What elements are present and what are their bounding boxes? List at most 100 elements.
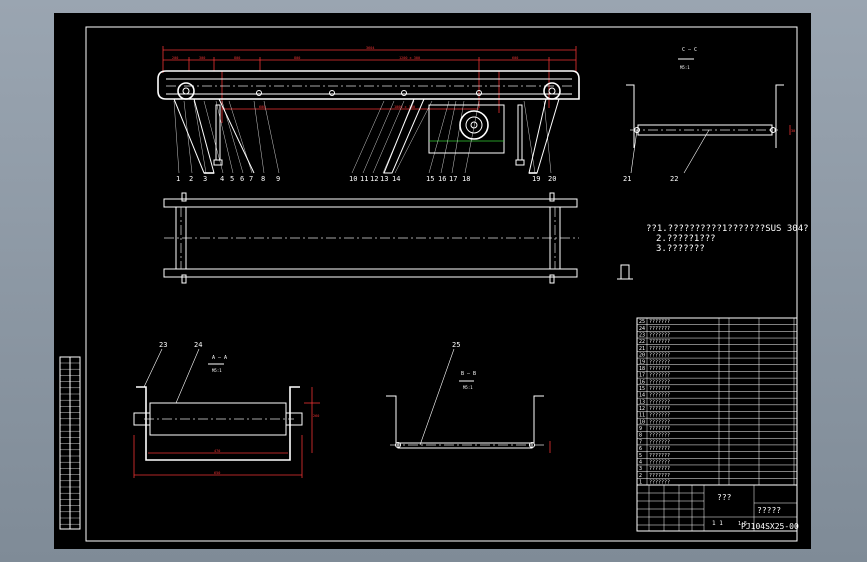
bom-table: 25 ??????? 2 4 ??????? 23 ??????? 22 ??????? 21??… <box>636 317 798 486</box>
title-block: ??? ????? PJ104SX25-00 1 1 1:5 <box>636 484 799 532</box>
dim-section-h: 30 <box>791 129 795 133</box>
bom-no: 22 <box>639 339 645 345</box>
bom-name: ??????? <box>649 333 670 339</box>
bom-no: 7 <box>639 439 642 445</box>
bom-name: ??????? <box>649 353 670 359</box>
bom-no: 2 <box>639 473 642 479</box>
bom-no: 6 <box>639 446 642 452</box>
bom-no: 12 <box>639 406 645 412</box>
bom-name: ??????? <box>649 419 670 425</box>
section-cc-scale: M5:1 <box>680 65 690 70</box>
bom-name: ??????? <box>649 393 670 399</box>
bom-no: 18 <box>639 366 645 372</box>
bom-no: 15 <box>639 386 645 392</box>
bracket-detail-view: B — B M5:1 25 <box>386 341 551 453</box>
part-label-5: 5 <box>230 175 234 183</box>
part-label-14: 14 <box>392 175 400 183</box>
sheet-info: 1 1 <box>712 520 723 527</box>
part-label-3: 3 <box>203 175 207 183</box>
part-label-20: 20 <box>548 175 556 183</box>
bom-name: ??????? <box>649 326 670 332</box>
part-label-22: 22 <box>670 175 678 183</box>
dim-d4: 800 <box>294 56 300 60</box>
bom-name: ??????? <box>649 453 670 459</box>
bom-no: 19 <box>639 359 645 365</box>
bom-name: ??????? <box>649 386 670 392</box>
part-label-19: 19 <box>532 175 540 183</box>
dim-d3: 800 <box>234 56 240 60</box>
part-label-17: 17 <box>449 175 457 183</box>
section-aa-scale: M5:1 <box>212 368 222 373</box>
part-label-24: 24 <box>194 341 202 349</box>
cad-drawing: 3604 200 300 800 800 1200 ± 300 600 600 … <box>59 26 809 542</box>
bom-name: ??????? <box>649 446 670 452</box>
bom-name: ??????? <box>649 459 670 465</box>
bom-name: ??????? <box>649 413 670 419</box>
bom-no: 5 <box>639 453 642 459</box>
part-label-7: 7 <box>249 175 253 183</box>
roller-detail-view: A — A M5:1 470 650 260 23 24 <box>133 341 320 478</box>
bom-name: ??????? <box>649 373 670 379</box>
bom-no: 20 <box>639 353 645 359</box>
bom-no: 4 <box>639 459 642 465</box>
part-label-11: 11 <box>360 175 368 183</box>
bom-name: ??????? <box>649 466 670 472</box>
part-label-6: 6 <box>240 175 244 183</box>
dim-roller-outer: 650 <box>214 471 220 475</box>
bom-no: 9 <box>639 426 642 432</box>
part-label-15: 15 <box>426 175 434 183</box>
bom-no: 13 <box>639 399 645 405</box>
part-labels-main: 1 2 3 4 5 6 7 8 9 10 11 12 13 14 15 16 17 18 19 20 <box>176 175 556 183</box>
inner-frame <box>85 26 798 542</box>
dim-d1: 200 <box>172 56 178 60</box>
part-label-12: 12 <box>370 175 378 183</box>
part-label-16: 16 <box>438 175 446 183</box>
section-aa-title: A — A <box>212 355 227 361</box>
bom-name: ??????? <box>649 346 670 352</box>
part-label-4: 4 <box>220 175 224 183</box>
bom-name: ??????? <box>649 426 670 432</box>
part-label-10: 10 <box>349 175 357 183</box>
bom-name: ??????? <box>649 399 670 405</box>
bom-name: ??????? <box>649 359 670 365</box>
drawing-sheet: 3604 200 300 800 800 1200 ± 300 600 600 … <box>54 13 811 549</box>
note-line-2: 2.?????1??? <box>656 234 716 244</box>
bom-no: 21 <box>639 346 645 352</box>
bom-no: 23 <box>639 333 645 339</box>
bom-no: 8 <box>639 433 642 439</box>
drawing-number: PJ104SX25-00 <box>741 522 799 531</box>
bom-name: ??????? <box>649 473 670 479</box>
dim-roller-h: 260 <box>313 414 319 418</box>
part-label-1: 1 <box>176 175 180 183</box>
part-label-21: 21 <box>623 175 631 183</box>
technical-notes: ??1.??????????1???????SUS 304? 2.?????1?… <box>617 224 809 280</box>
bom-no: 25 <box>639 319 645 325</box>
dim-d5: 1200 ± 300 <box>399 56 420 60</box>
dim-overall: 3604 <box>366 46 374 50</box>
title-main: ??? <box>717 493 732 502</box>
dim-d2: 300 <box>199 56 205 60</box>
bom-no: 11 <box>639 413 645 419</box>
plan-view <box>163 192 579 284</box>
left-index-column <box>59 356 81 530</box>
title-sub: ????? <box>757 506 781 515</box>
dim-d6: 600 <box>512 56 518 60</box>
bom-name: ??????? <box>649 406 670 412</box>
part-label-8: 8 <box>261 175 265 183</box>
dim-roller-width: 470 <box>214 449 220 453</box>
bom-no: 16 <box>639 379 645 385</box>
bom-name: ??????? <box>649 366 670 372</box>
part-label-18: 18 <box>462 175 470 183</box>
dim-d8: 600 <box>259 105 265 109</box>
bom-name: ??????? <box>649 439 670 445</box>
section-bb-scale: M5:1 <box>463 385 473 390</box>
part-label-23: 23 <box>159 341 167 349</box>
note-line-3: 3.??????? <box>656 244 705 254</box>
section-bb-title: B — B <box>461 371 476 377</box>
bom-name: ??????? <box>649 379 670 385</box>
part-label-13: 13 <box>380 175 388 183</box>
section-cc-title: C — C <box>682 47 697 53</box>
section-cc-view: C — C M5:1 30 21 22 <box>623 47 795 183</box>
bom-no: 17 <box>639 373 645 379</box>
elevation-view: 3604 200 300 800 800 1200 ± 300 600 600 … <box>157 46 580 174</box>
